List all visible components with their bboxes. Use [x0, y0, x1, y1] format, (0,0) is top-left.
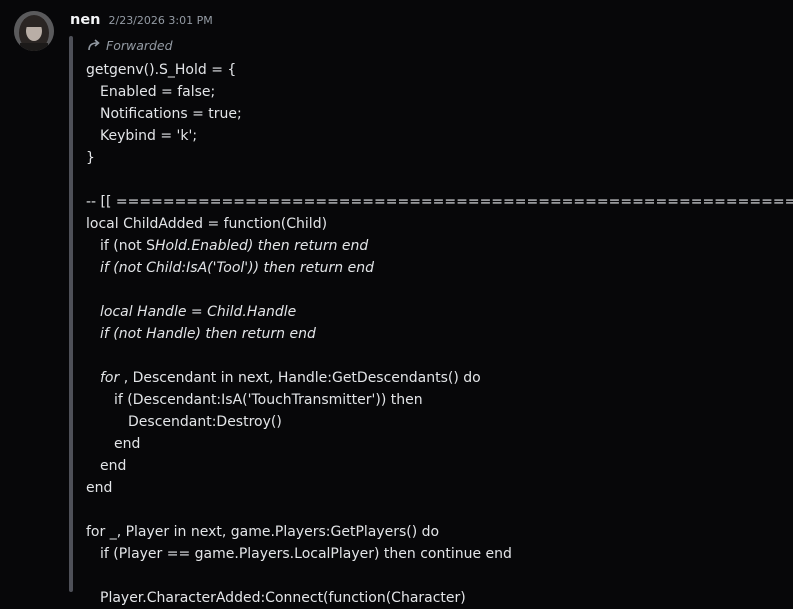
code-line: if (not Child:IsA('Tool')) then return e… — [100, 260, 374, 276]
code-text: Hold.Enabled) then return end — [155, 238, 369, 254]
forward-quote-bar — [69, 36, 73, 592]
code-line: Notifications = true; — [100, 106, 242, 122]
code-line: end — [86, 480, 113, 496]
code-keyword: for — [100, 370, 120, 386]
code-line: local ChildAdded = function(Child) — [86, 216, 328, 232]
forwarded-label: Forwarded — [106, 37, 173, 53]
code-line: if (Player == game.Players.LocalPlayer) … — [100, 546, 512, 562]
avatar[interactable] — [14, 11, 54, 51]
code-line: end — [100, 458, 127, 474]
forwarded-indicator: Forwarded — [87, 37, 173, 53]
message-timestamp: 2/23/2026 3:01 PM — [108, 14, 213, 27]
code-line: Enabled = false; — [100, 84, 216, 100]
code-line: -- [[ ==================================… — [86, 194, 793, 210]
code-line: Player.CharacterAdded:Connect(function(C… — [100, 590, 466, 606]
username[interactable]: nen — [70, 12, 100, 28]
forward-arrow-icon — [87, 39, 101, 51]
code-line: end — [114, 436, 141, 452]
code-line: Descendant:Destroy() — [128, 414, 282, 430]
code-message-body: getgenv().S_Hold = { Enabled = false; Noti… — [86, 59, 793, 609]
code-line: Keybind = 'k'; — [100, 128, 198, 144]
code-text: if (not S — [100, 238, 155, 254]
code-line: for _, Player in next, game.Players:GetP… — [86, 524, 440, 540]
code-text: , Descendant in next, Handle:GetDescenda… — [119, 370, 481, 386]
code-line: if (not Handle) then return end — [100, 326, 316, 342]
code-line: local Handle = Child.Handle — [100, 304, 297, 320]
code-line: if (Descendant:IsA('TouchTransmitter')) … — [114, 392, 423, 408]
code-line: getgenv().S_Hold = { — [86, 62, 237, 78]
code-line: for , Descendant in next, Handle:GetDesc… — [86, 367, 793, 389]
code-line: } — [86, 150, 95, 166]
code-line: if (not SHold.Enabled) then return end — [86, 235, 793, 257]
